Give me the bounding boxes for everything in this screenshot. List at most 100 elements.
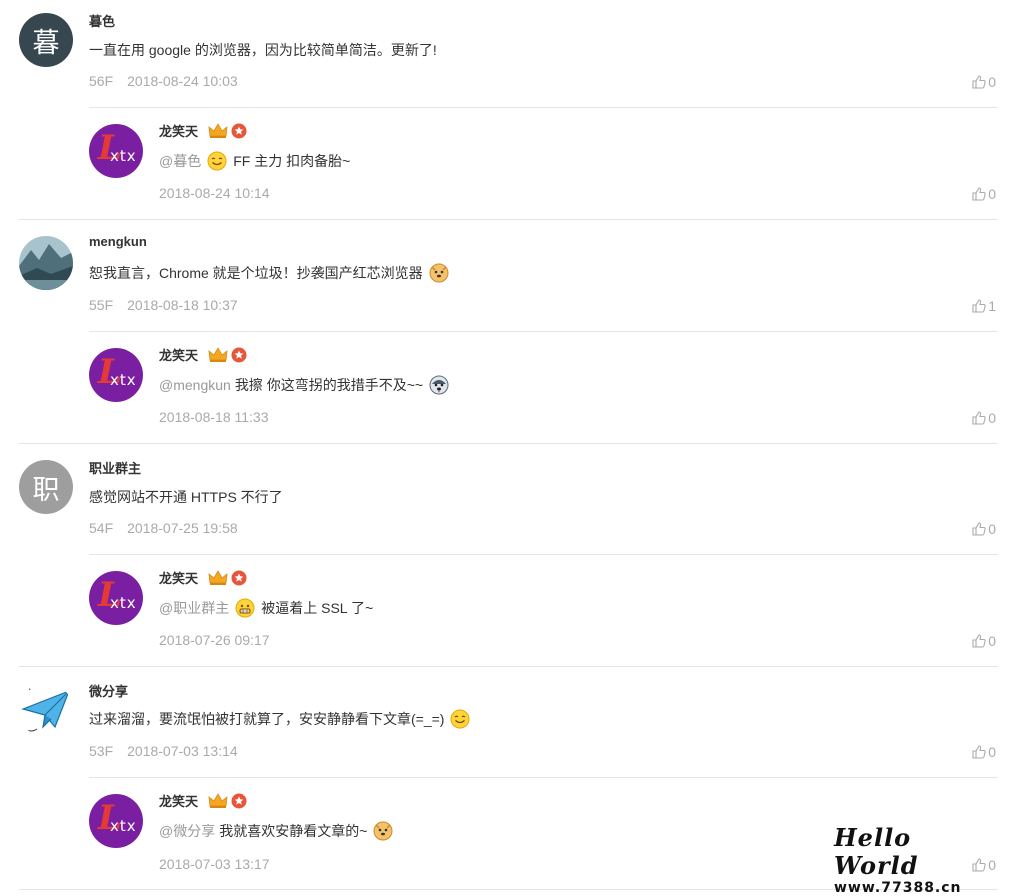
- comment-author[interactable]: mengkun: [89, 234, 147, 249]
- comment-text: 一直在用 google 的浏览器，因为比较简单简洁。更新了!: [89, 40, 437, 60]
- reply-body: 我就喜欢安静看文章的~: [219, 823, 368, 839]
- comment-meta: 55F 2018-08-18 10:37: [89, 297, 238, 313]
- reply-author-row: 龙笑天: [159, 568, 247, 587]
- divider: [89, 331, 998, 332]
- thumbs-up-icon: [972, 522, 986, 536]
- comment-body: 感觉网站不开通 HTTPS 不行了: [89, 489, 283, 505]
- grin-emoji: [235, 598, 255, 618]
- reply-avatar[interactable]: Lxtx: [89, 571, 143, 625]
- reply-mention[interactable]: @职业群主: [159, 598, 229, 618]
- reply-time: 2018-08-24 10:14: [159, 185, 270, 201]
- comment-text: 恕我直言，Chrome 就是个垃圾！抄袭国产红芯浏览器: [89, 263, 449, 283]
- reply-author-row: 龙笑天: [159, 791, 247, 810]
- comment-author[interactable]: 职业群主: [89, 458, 141, 477]
- reply-text: @职业群主 被逼着上 SSL 了~: [159, 598, 373, 618]
- reply-avatar[interactable]: Lxtx: [89, 794, 143, 848]
- comment-body: 过来溜溜，要流氓怕被打就算了，安安静静看下文章(=_=): [89, 711, 445, 727]
- reply-text: @微分享 我就喜欢安静看文章的~: [159, 821, 393, 841]
- crown-icon: [208, 346, 228, 362]
- thumbs-up-icon: [972, 634, 986, 648]
- like-count: 0: [988, 410, 996, 426]
- verified-badge-icon: [231, 347, 247, 362]
- comment-time: 2018-08-24 10:03: [127, 73, 238, 89]
- divider: [89, 554, 998, 555]
- smile-emoji: [207, 151, 227, 171]
- comment-meta: 53F 2018-07-03 13:14: [89, 743, 238, 759]
- watermark-url: www.77388.cn: [834, 880, 962, 896]
- comment-body: 恕我直言，Chrome 就是个垃圾！抄袭国产红芯浏览器: [89, 265, 423, 281]
- comment-meta: 56F 2018-08-24 10:03: [89, 73, 238, 89]
- avatar[interactable]: 暮: [19, 13, 73, 67]
- reply-author[interactable]: 龙笑天: [159, 121, 198, 140]
- divider: [19, 219, 998, 220]
- divider: [19, 443, 998, 444]
- verified-badge-icon: [231, 793, 247, 808]
- like-button[interactable]: 0: [972, 744, 996, 760]
- avatar[interactable]: 职: [19, 460, 73, 514]
- comment-author[interactable]: 微分享: [89, 681, 128, 700]
- doge-emoji: [429, 263, 449, 283]
- like-count: 0: [988, 857, 996, 873]
- reply-time: 2018-08-18 11:33: [159, 409, 269, 425]
- thumbs-up-icon: [972, 411, 986, 425]
- reply-mention[interactable]: @暮色: [159, 151, 201, 171]
- floor-number: 56F: [89, 73, 114, 89]
- like-count: 0: [988, 521, 996, 537]
- divider: [89, 777, 998, 778]
- reply-time: 2018-07-03 13:17: [159, 856, 270, 872]
- like-button[interactable]: 0: [972, 186, 996, 202]
- floor-number: 54F: [89, 520, 114, 536]
- thumbs-up-icon: [972, 745, 986, 759]
- like-count: 0: [988, 744, 996, 760]
- paper-plane-icon: [21, 686, 71, 732]
- comment-author[interactable]: 暮色: [89, 11, 115, 30]
- like-button[interactable]: 0: [972, 410, 996, 426]
- reply-mention[interactable]: @微分享: [159, 821, 215, 841]
- crown-icon: [208, 122, 228, 138]
- like-button[interactable]: 0: [972, 74, 996, 90]
- like-count: 0: [988, 633, 996, 649]
- comment-time: 2018-08-18 10:37: [127, 297, 238, 313]
- reply-avatar[interactable]: Lxtx: [89, 348, 143, 402]
- verified-badge-icon: [231, 570, 247, 585]
- comment-text: 感觉网站不开通 HTTPS 不行了: [89, 487, 283, 507]
- like-button[interactable]: 1: [972, 298, 996, 314]
- floor-number: 53F: [89, 743, 114, 759]
- like-count: 1: [988, 298, 996, 314]
- reply-avatar[interactable]: Lxtx: [89, 124, 143, 178]
- reply-author[interactable]: 龙笑天: [159, 791, 198, 810]
- watermark: Hello World www.77388.cn: [834, 824, 984, 896]
- verified-badge-icon: [231, 123, 247, 138]
- reply-text: @mengkun 我擦 你这弯拐的我措手不及~~: [159, 375, 449, 395]
- husky-emoji: [429, 375, 449, 395]
- reply-body: 被逼着上 SSL 了~: [261, 600, 374, 616]
- reply-body: FF 主力 扣肉备胎~: [233, 153, 351, 169]
- avatar[interactable]: [19, 236, 73, 290]
- smile-emoji: [450, 709, 470, 729]
- floor-number: 55F: [89, 297, 114, 313]
- divider: [19, 666, 998, 667]
- reply-text: @暮色 FF 主力 扣肉备胎~: [159, 151, 350, 171]
- reply-body: 我擦 你这弯拐的我措手不及~~: [234, 377, 424, 393]
- like-button[interactable]: 0: [972, 521, 996, 537]
- reply-mention[interactable]: @mengkun: [159, 377, 231, 393]
- doge-emoji: [373, 821, 393, 841]
- reply-time: 2018-07-26 09:17: [159, 632, 270, 648]
- watermark-title: Hello World: [834, 823, 919, 880]
- like-button[interactable]: 0: [972, 633, 996, 649]
- thumbs-up-icon: [972, 299, 986, 313]
- crown-icon: [208, 569, 228, 585]
- thumbs-up-icon: [972, 75, 986, 89]
- avatar[interactable]: [19, 683, 73, 737]
- reply-author-row: 龙笑天: [159, 345, 247, 364]
- reply-author[interactable]: 龙笑天: [159, 568, 198, 587]
- reply-author[interactable]: 龙笑天: [159, 345, 198, 364]
- reply-author-row: 龙笑天: [159, 121, 247, 140]
- comment-time: 2018-07-03 13:14: [127, 743, 238, 759]
- comment-body: 一直在用 google 的浏览器，因为比较简单简洁。更新了!: [89, 42, 437, 58]
- divider: [89, 107, 998, 108]
- crown-icon: [208, 792, 228, 808]
- like-count: 0: [988, 74, 996, 90]
- comment-meta: 54F 2018-07-25 19:58: [89, 520, 238, 536]
- thumbs-up-icon: [972, 187, 986, 201]
